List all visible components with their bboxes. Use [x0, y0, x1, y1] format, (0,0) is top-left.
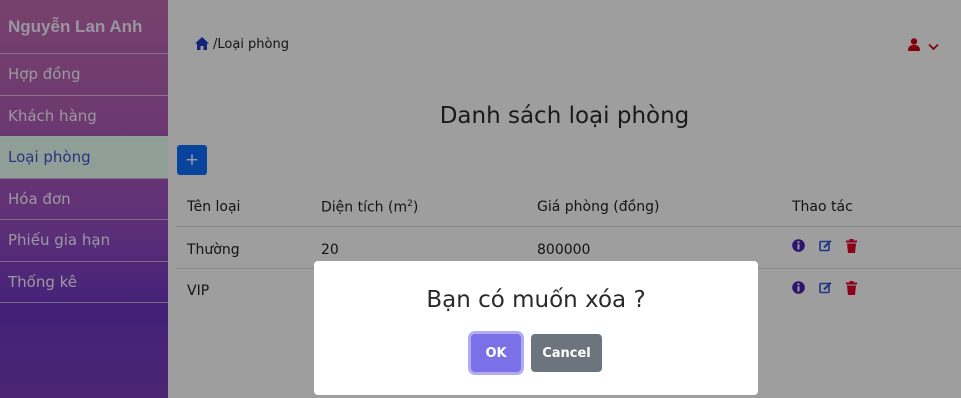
cancel-button[interactable]: Cancel	[531, 334, 602, 372]
dialog-message: Bạn có muốn xóa ?	[426, 287, 646, 313]
ok-button[interactable]: OK	[471, 334, 521, 372]
confirm-delete-dialog: Bạn có muốn xóa ? OK Cancel	[314, 261, 758, 395]
